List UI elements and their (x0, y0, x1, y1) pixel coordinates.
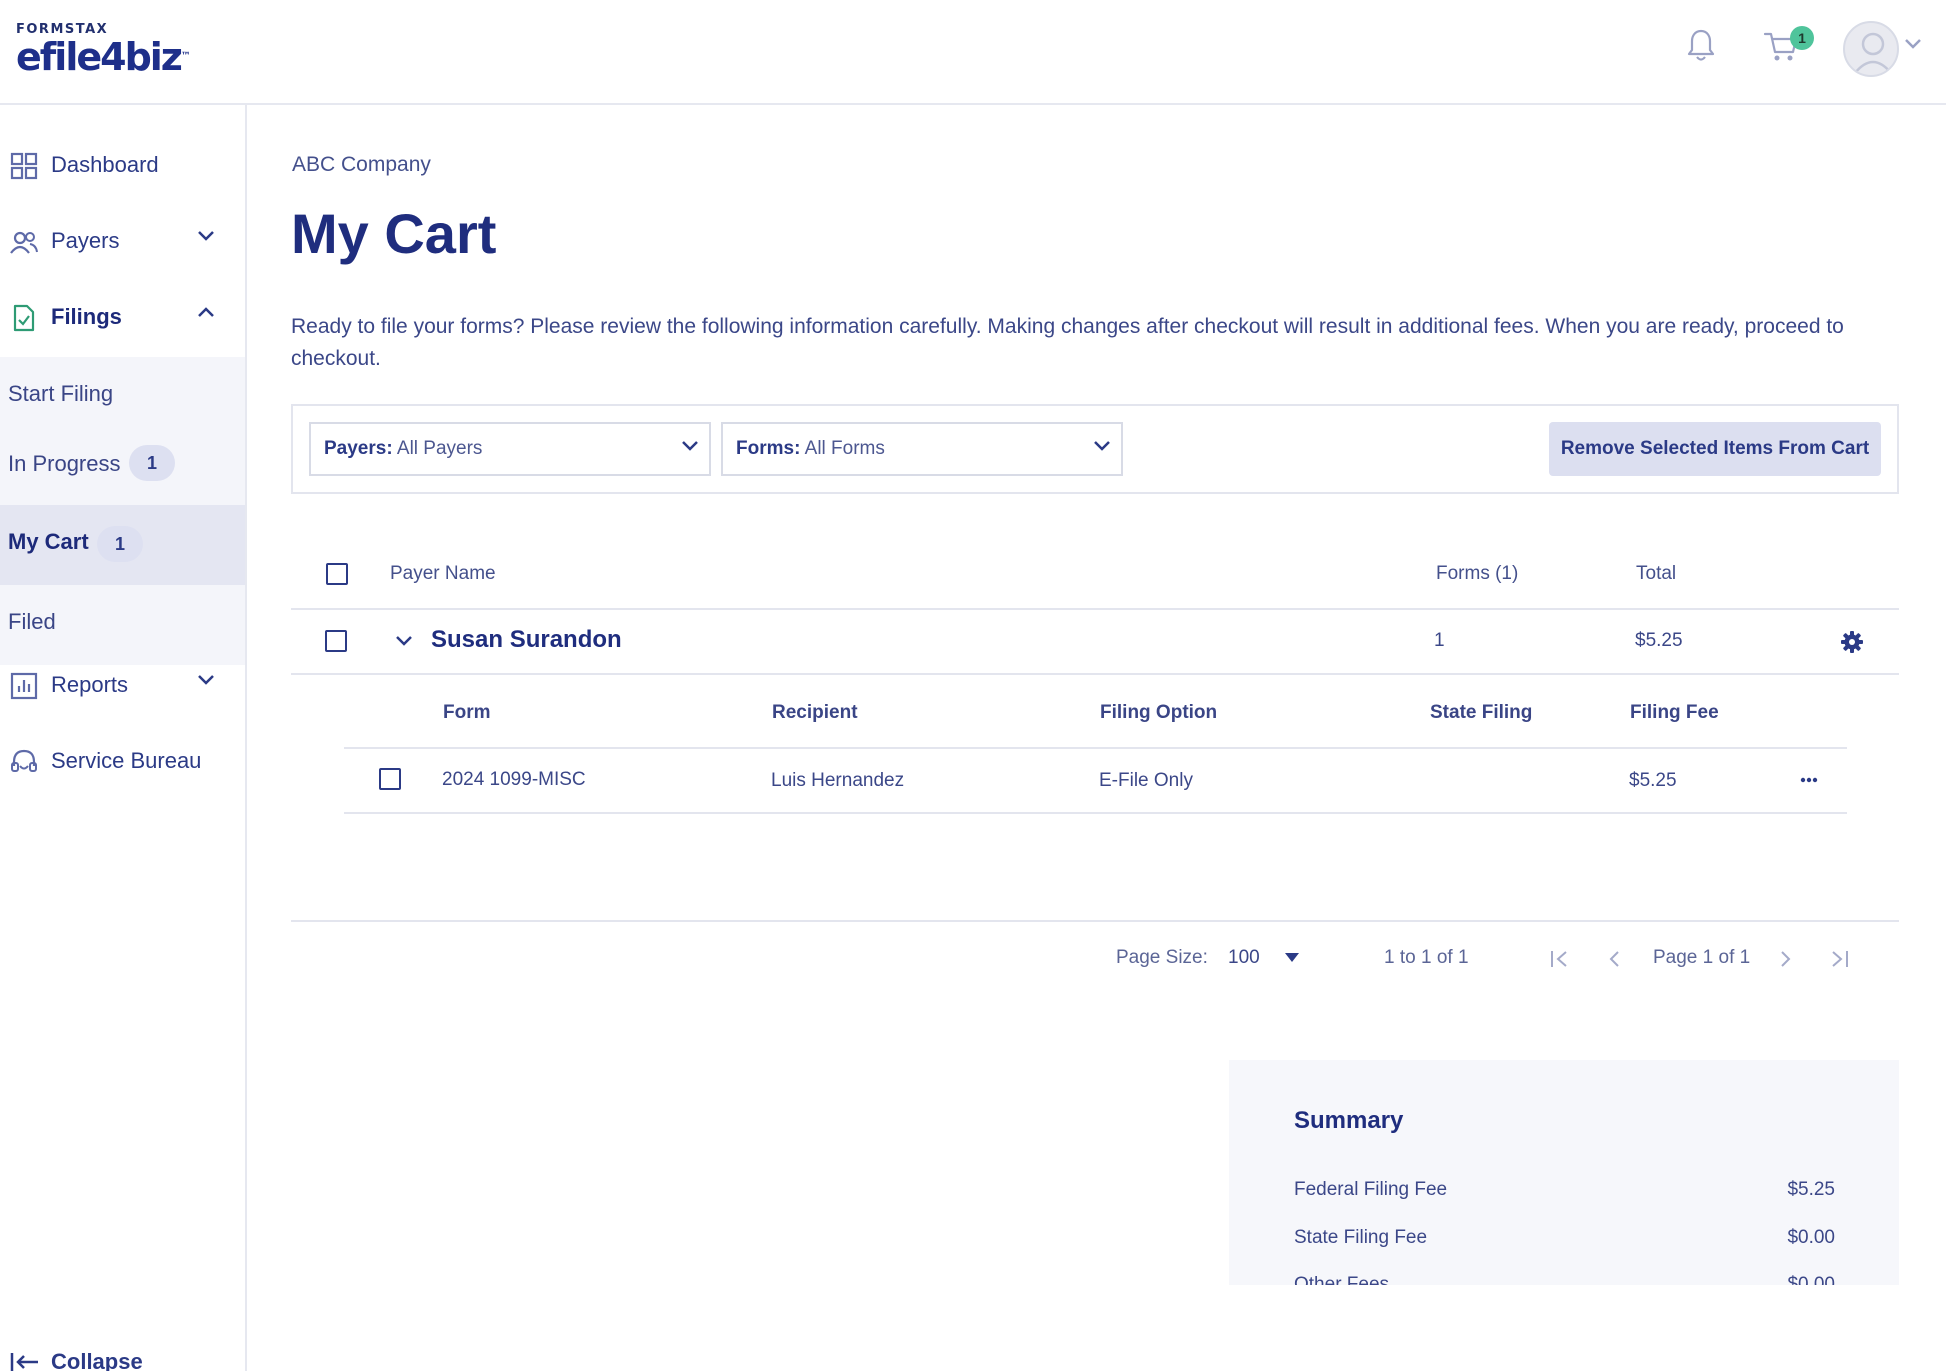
subcolumn-header-form: Form (443, 702, 491, 723)
gear-icon[interactable] (1840, 630, 1864, 654)
next-page-icon[interactable] (1780, 950, 1792, 968)
sidebar-item-label: Filings (51, 304, 122, 329)
subcolumn-header-state-filing: State Filing (1430, 702, 1533, 723)
sidebar-subitem-in-progress[interactable]: In Progress 1 (0, 427, 245, 501)
top-header: FORMSTAX efile4biz™ 1 (0, 0, 1946, 105)
caret-down-icon[interactable] (1285, 953, 1299, 962)
logo-brand-big: efile4biz™ (16, 35, 191, 79)
cart-count-badge: 1 (1790, 26, 1814, 50)
in-progress-count-badge: 1 (129, 445, 175, 481)
page-title: My Cart (291, 202, 497, 265)
divider (344, 747, 1847, 749)
payers-filter-select[interactable]: Payers: All Payers (309, 422, 711, 476)
bar-chart-icon (10, 672, 38, 700)
forms-filter-text: Forms: All Forms (736, 438, 885, 459)
subcolumn-header-recipient: Recipient (772, 702, 858, 723)
summary-row-label: Federal Filing Fee (1294, 1179, 1448, 1200)
my-cart-count-badge: 1 (97, 526, 143, 562)
sidebar-item-label: Service Bureau (51, 748, 202, 773)
divider (344, 812, 1847, 814)
sidebar-item-payers[interactable]: Payers (0, 204, 245, 280)
dashboard-grid-icon (10, 152, 38, 180)
summary-row-label: Other Fees (1294, 1274, 1390, 1285)
payer-name[interactable]: Susan Surandon (431, 626, 622, 654)
payer-row-checkbox[interactable] (325, 630, 347, 652)
company-name: ABC Company (292, 153, 431, 176)
divider (291, 608, 1899, 610)
column-header-forms[interactable]: Forms (1) (1436, 563, 1518, 585)
pagination-page: Page 1 of 1 (1653, 947, 1751, 968)
payer-forms-count: 1 (1434, 630, 1445, 651)
more-options-icon[interactable] (1800, 777, 1818, 783)
sidebar-item-filings[interactable]: Filings (0, 280, 245, 356)
divider (291, 920, 1899, 922)
chevron-down-icon (682, 441, 698, 451)
chevron-down-icon (198, 675, 214, 685)
document-check-icon (13, 304, 35, 332)
chevron-down-icon (198, 231, 214, 241)
divider (291, 673, 1899, 675)
efile4biz-logo[interactable]: FORMSTAX efile4biz™ (16, 22, 191, 77)
chevron-up-icon (198, 307, 214, 317)
summary-row-value: $0.00 (1787, 1274, 1835, 1285)
payer-total: $5.25 (1635, 630, 1683, 651)
intro-text: Ready to file your forms? Please review … (291, 315, 1844, 370)
remove-selected-button[interactable]: Remove Selected Items From Cart (1549, 422, 1881, 476)
summary-title: Summary (1294, 1107, 1404, 1134)
chevron-down-icon (1094, 441, 1110, 451)
sidebar-item-label: Dashboard (51, 152, 159, 177)
sidebar-item-label: Reports (51, 672, 129, 697)
headset-icon (11, 749, 37, 772)
sidebar-item-service-bureau[interactable]: Service Bureau (0, 724, 245, 800)
summary-row-value: $0.00 (1787, 1227, 1835, 1248)
select-all-checkbox[interactable] (326, 563, 348, 585)
summary-row-value: $5.25 (1787, 1179, 1835, 1200)
collapse-left-icon (10, 1353, 38, 1371)
chevron-down-icon[interactable] (395, 635, 413, 647)
sidebar-subitem-my-cart[interactable]: My Cart 1 (0, 505, 245, 585)
page-size-label: Page Size: (1116, 947, 1208, 968)
summary-row-label: State Filing Fee (1294, 1227, 1428, 1248)
user-silhouette-icon (1854, 32, 1892, 74)
user-avatar[interactable] (1843, 21, 1899, 77)
filing-fee-cell: $5.25 (1629, 770, 1677, 791)
subcolumn-header-filing-option: Filing Option (1100, 702, 1218, 723)
chevron-down-icon[interactable] (1904, 38, 1922, 50)
column-header-payer-name[interactable]: Payer Name (390, 563, 496, 585)
sidebar: Dashboard Payers Filings Start Filing In… (0, 105, 247, 1371)
form-row-checkbox[interactable] (379, 768, 401, 790)
payers-filter-text: Payers: All Payers (324, 438, 483, 459)
filter-bar: Payers: All Payers Forms: All Forms Remo… (291, 404, 1899, 494)
sidebar-item-dashboard[interactable]: Dashboard (0, 128, 245, 204)
column-header-total[interactable]: Total (1636, 563, 1676, 585)
forms-filter-select[interactable]: Forms: All Forms (721, 422, 1123, 476)
previous-page-icon[interactable] (1608, 950, 1620, 968)
sidebar-item-reports[interactable]: Reports (0, 648, 245, 724)
subitem-label: In Progress (8, 451, 121, 476)
subitem-label: Filed (8, 609, 56, 634)
collapse-label: Collapse (51, 1349, 143, 1371)
subcolumn-header-filing-fee: Filing Fee (1630, 702, 1719, 723)
sidebar-item-label: Payers (51, 228, 120, 253)
recipient-cell: Luis Hernandez (771, 770, 905, 791)
form-cell[interactable]: 2024 1099-MISC (442, 769, 586, 791)
summary-panel: Summary Federal Filing Fee $5.25 State F… (1229, 1060, 1899, 1285)
bell-icon[interactable] (1686, 28, 1716, 64)
page-size-select[interactable]: 100 (1228, 947, 1260, 969)
users-icon (10, 231, 38, 254)
last-page-icon[interactable] (1829, 950, 1849, 968)
sidebar-subitem-start-filing[interactable]: Start Filing (0, 357, 245, 431)
first-page-icon[interactable] (1550, 950, 1570, 968)
subitem-label: My Cart (8, 529, 89, 554)
filings-submenu: Start Filing In Progress 1 My Cart 1 Fil… (0, 357, 245, 665)
filing-option-cell: E-File Only (1099, 770, 1193, 791)
subitem-label: Start Filing (8, 381, 114, 406)
pagination-range: 1 to 1 of 1 (1384, 947, 1469, 968)
